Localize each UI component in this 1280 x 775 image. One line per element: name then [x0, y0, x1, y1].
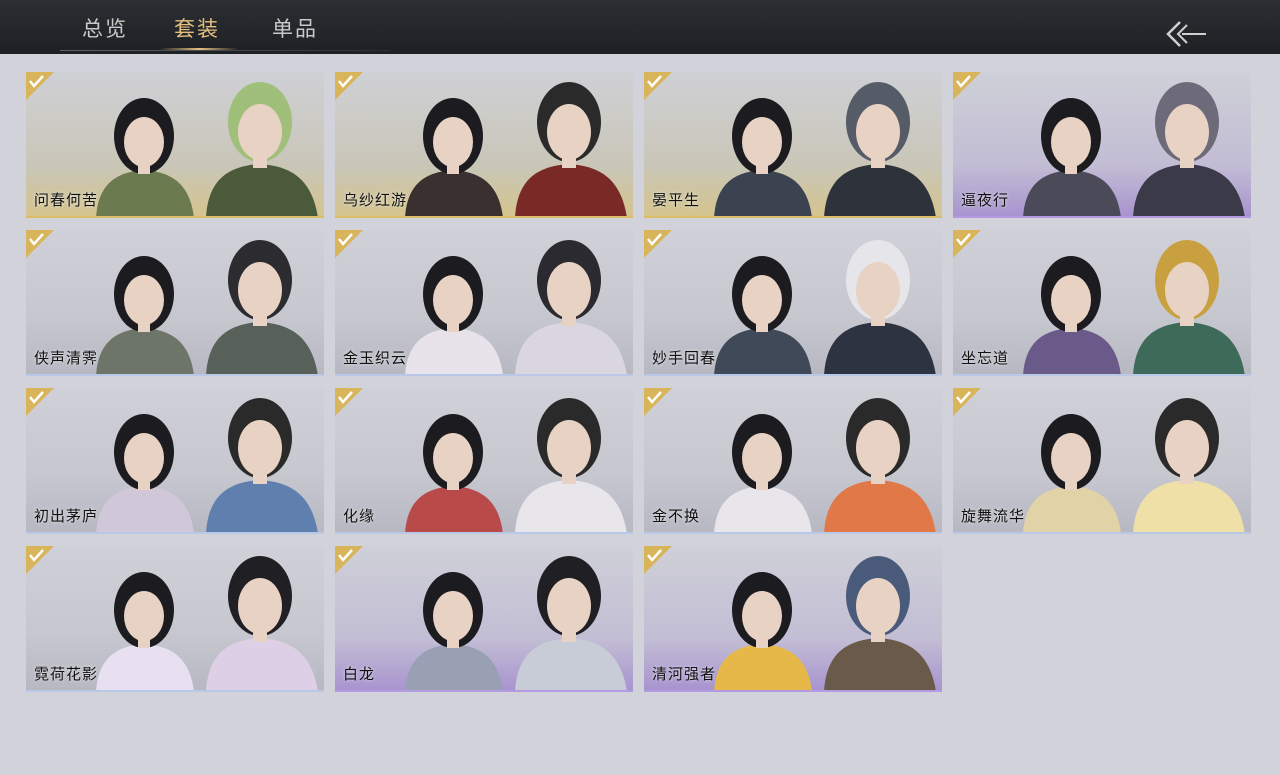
owned-check-icon [26, 388, 54, 416]
outfit-name: 化缘 [343, 507, 376, 525]
owned-check-icon [335, 72, 363, 100]
outfit-name: 妙手回春 [652, 349, 717, 367]
tab-single-items[interactable]: 单品 [272, 14, 318, 44]
top-navigation-bar: 总览 套装 单品 [0, 0, 1280, 54]
back-button[interactable] [1160, 16, 1212, 52]
owned-check-icon [644, 546, 672, 574]
outfit-card[interactable]: 白龙 [335, 546, 633, 692]
outfit-card[interactable]: 坐忘道 [953, 230, 1251, 376]
outfit-name: 坐忘道 [961, 349, 1010, 367]
owned-check-icon [335, 230, 363, 258]
outfit-name: 侠声清霁 [34, 349, 99, 367]
outfit-card[interactable]: 乌纱红游 [335, 72, 633, 218]
outfit-name: 金玉织云 [343, 349, 408, 367]
owned-check-icon [335, 388, 363, 416]
outfit-name: 金不换 [652, 507, 701, 525]
outfit-card[interactable]: 金玉织云 [335, 230, 633, 376]
owned-check-icon [26, 72, 54, 100]
owned-check-icon [644, 388, 672, 416]
back-arrow-icon [1166, 21, 1206, 47]
owned-check-icon [335, 546, 363, 574]
tab-outfit-sets[interactable]: 套装 [174, 14, 220, 44]
outfit-card[interactable]: 侠声清霁 [26, 230, 324, 376]
owned-check-icon [644, 230, 672, 258]
outfit-card[interactable]: 问春何苦 [26, 72, 324, 218]
tab-divider [60, 50, 390, 51]
outfit-name: 逼夜行 [961, 191, 1010, 209]
outfit-name: 初出茅庐 [34, 507, 99, 525]
outfit-name: 乌纱红游 [343, 191, 408, 209]
outfit-preview-image [405, 556, 627, 690]
outfit-name: 霓荷花影 [34, 665, 99, 683]
owned-check-icon [953, 230, 981, 258]
outfit-name: 旋舞流华 [961, 507, 1026, 525]
owned-check-icon [26, 546, 54, 574]
tab-overview[interactable]: 总览 [82, 14, 128, 44]
outfit-card[interactable]: 化缘 [335, 388, 633, 534]
outfit-preview-image [405, 398, 627, 532]
outfit-card[interactable]: 清河强者 [644, 546, 942, 692]
outfit-card[interactable]: 妙手回春 [644, 230, 942, 376]
owned-check-icon [26, 230, 54, 258]
outfit-name: 问春何苦 [34, 191, 99, 209]
outfit-card[interactable]: 金不换 [644, 388, 942, 534]
outfit-name: 白龙 [343, 665, 376, 683]
outfit-card[interactable]: 初出茅庐 [26, 388, 324, 534]
outfit-card[interactable]: 逼夜行 [953, 72, 1251, 218]
outfit-card[interactable]: 旋舞流华 [953, 388, 1251, 534]
owned-check-icon [644, 72, 672, 100]
outfit-card[interactable]: 霓荷花影 [26, 546, 324, 692]
owned-check-icon [953, 72, 981, 100]
owned-check-icon [953, 388, 981, 416]
outfit-card[interactable]: 晏平生 [644, 72, 942, 218]
outfit-name: 晏平生 [652, 191, 701, 209]
outfit-name: 清河强者 [652, 665, 717, 683]
